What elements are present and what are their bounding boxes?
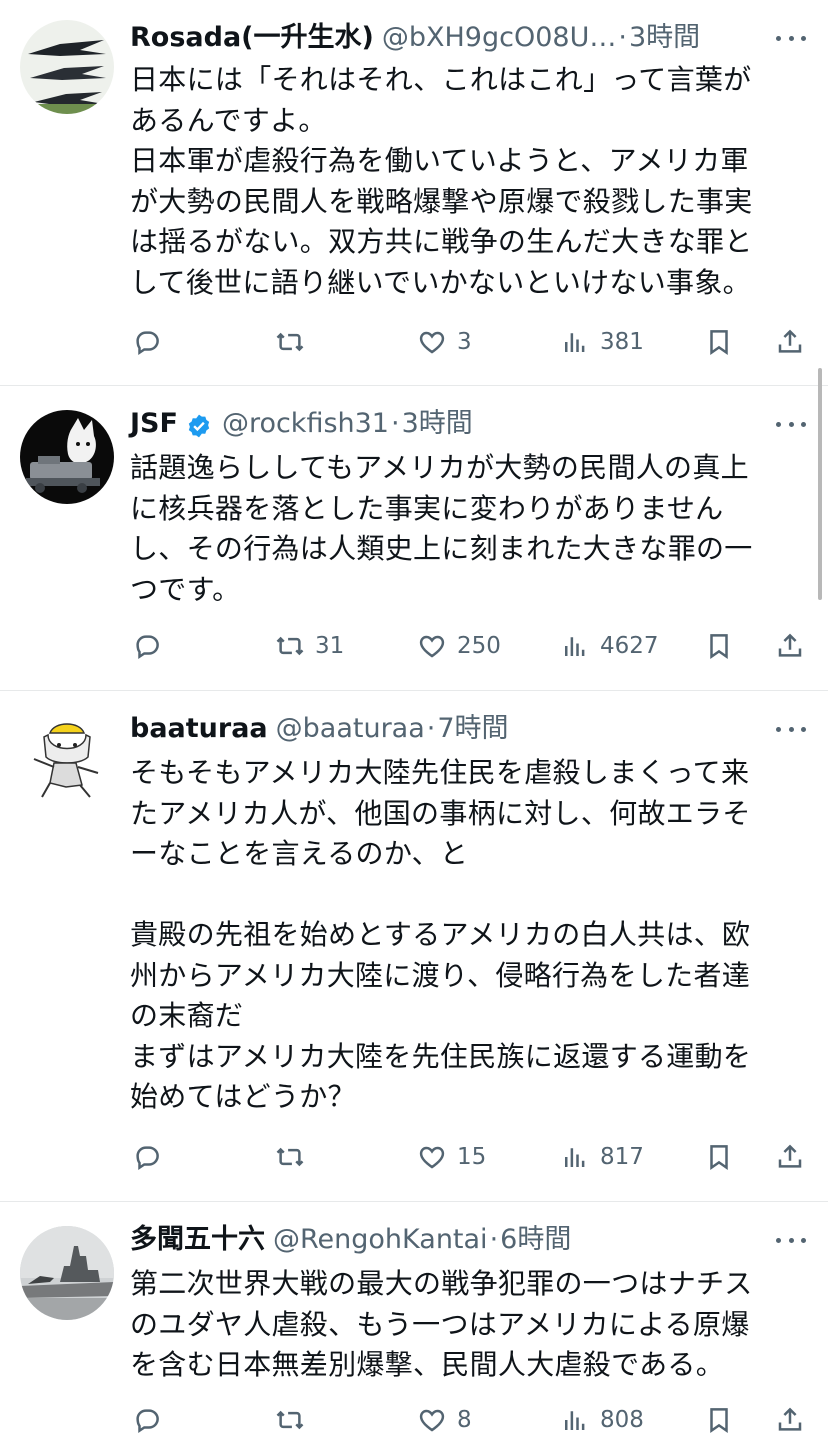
reply-button[interactable] [132,1400,172,1440]
repost-button[interactable] [275,1400,315,1440]
more-icon[interactable] [776,1220,806,1260]
avatar[interactable] [20,1226,114,1320]
bookmark-button[interactable] [704,1137,734,1177]
bookmark-icon [710,634,728,660]
tweet-text: 日本には「それはそれ、これはこれ」って言葉が あるんですよ。 日本軍が虐殺行為を… [130,63,753,299]
bookmark-button[interactable] [704,322,734,362]
repost-button[interactable]: 31 [275,626,344,666]
repost-button[interactable] [275,1137,315,1177]
tweet-3[interactable]: baaturaa @baaturaa · 7時間 そもそもアメリカ大陸先住民を虐… [0,691,828,1201]
action-bar: 3 381 [0,322,828,362]
separator-dot: · [618,22,627,53]
like-count: 250 [457,633,501,659]
repost-icon [276,1410,304,1430]
reply-icon [136,331,159,355]
repost-button[interactable] [275,322,315,362]
share-button[interactable] [775,626,805,666]
views-button[interactable]: 4627 [560,626,659,666]
tweet-text: 第二次世界大戦の最大の戦争犯罪の一つはナチス のユダヤ人虐殺、もう一つはアメリカ… [130,1267,753,1381]
reply-icon [136,1409,159,1433]
separator-dot: · [426,713,436,744]
timestamp[interactable]: 6時間 [500,1220,571,1260]
views-icon [565,1411,585,1430]
tweet-2[interactable]: JSF @rockfish31 · 3時間 話題逸らししてもアメリカが大勢の民間… [0,386,828,690]
bookmark-icon [710,1145,728,1171]
share-button[interactable] [775,322,805,362]
heart-icon [419,1146,445,1169]
action-bar: 15 817 [0,1137,828,1177]
action-bar: 31 250 4627 [0,626,828,666]
tweet-text: 話題逸らししてもアメリカが大勢の民間人の真上 に核兵器を落とした事実に変わりがあ… [130,451,753,606]
views-count: 808 [600,1407,644,1433]
avatar[interactable] [20,410,114,504]
timestamp[interactable]: 7時間 [437,709,508,749]
views-icon [565,1148,585,1167]
share-icon [778,1407,802,1431]
share-button[interactable] [775,1400,805,1440]
views-count: 381 [600,329,644,355]
display-name[interactable]: JSF [130,404,178,444]
views-count: 4627 [600,633,659,659]
repost-icon [276,332,304,352]
more-icon[interactable] [776,709,806,749]
user-handle[interactable]: @baaturaa [276,709,425,749]
display-name[interactable]: 多聞五十六 [130,1220,265,1260]
like-button[interactable]: 15 [417,1137,486,1177]
reply-button[interactable] [132,626,172,666]
reply-button[interactable] [132,1137,172,1177]
separator-dot: · [489,1224,499,1255]
views-icon [565,637,585,656]
bookmark-icon [710,330,728,356]
views-button[interactable]: 381 [560,322,644,362]
user-handle[interactable]: @bXH9gcO08U… [382,18,616,58]
share-button[interactable] [775,1137,805,1177]
more-icon[interactable] [776,404,806,444]
tweet-text: そもそもアメリカ大陸先住民を虐殺しまくって来 たアメリカ人が、他国の事柄に対し、… [130,756,752,1113]
like-button[interactable]: 8 [417,1400,472,1440]
reply-button[interactable] [132,322,172,362]
share-icon [778,633,802,657]
bookmark-icon [710,1408,728,1434]
views-icon [565,333,585,352]
views-count: 817 [600,1144,644,1170]
user-handle[interactable]: @rockfish31 [222,404,389,444]
repost-icon [276,636,304,656]
user-handle[interactable]: @RengohKantai [273,1220,488,1260]
avatar[interactable] [20,20,114,114]
tweet-1[interactable]: Rosada(一升生水) @bXH9gcO08U… · 3時間 日本には「それは… [0,0,828,385]
views-button[interactable]: 808 [560,1400,644,1440]
views-button[interactable]: 817 [560,1137,644,1177]
heart-icon [419,331,445,354]
like-button[interactable]: 250 [417,626,501,666]
heart-icon [419,1409,445,1432]
heart-icon [419,635,445,658]
bookmark-button[interactable] [704,1400,734,1440]
action-bar: 8 808 [0,1400,828,1440]
bookmark-button[interactable] [704,626,734,666]
like-count: 15 [457,1144,487,1170]
like-count: 8 [457,1407,472,1433]
like-count: 3 [457,329,472,355]
timestamp[interactable]: 3時間 [629,18,700,58]
display-name[interactable]: baaturaa [130,709,268,749]
avatar[interactable] [20,715,114,809]
display-name[interactable]: Rosada(一升生水) [130,18,374,58]
share-icon [778,1144,802,1168]
like-button[interactable]: 3 [417,322,472,362]
reply-icon [136,635,159,659]
repost-icon [276,1147,304,1167]
repost-count: 31 [315,633,345,659]
separator-dot: · [391,408,400,439]
reply-icon [136,1146,159,1170]
more-icon[interactable] [776,18,806,58]
share-icon [778,329,802,353]
verified-badge-icon [186,411,212,438]
scrollbar[interactable] [818,368,822,600]
timestamp[interactable]: 3時間 [402,404,473,444]
tweet-4[interactable]: 多聞五十六 @RengohKantai · 6時間 第二次世界大戦の最大の戦争犯… [0,1202,828,1441]
